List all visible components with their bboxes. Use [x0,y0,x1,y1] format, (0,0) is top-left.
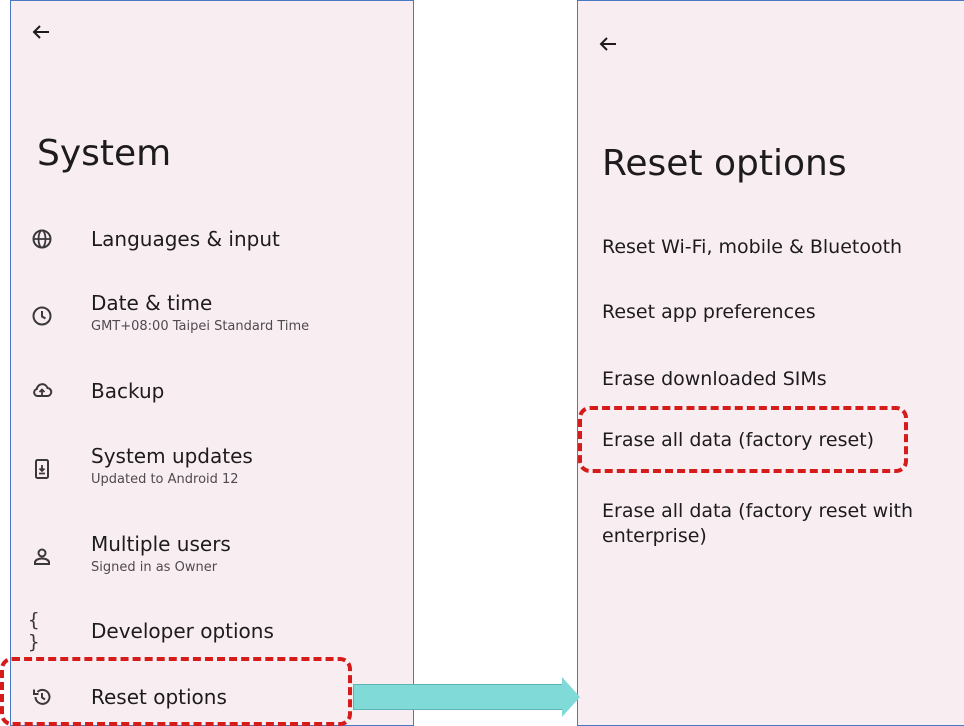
settings-item-title: Date & time [91,291,213,315]
settings-item-title: Backup [91,379,165,403]
settings-item-subtitle: Signed in as Owner [91,560,218,575]
settings-item-system-updates[interactable]: System updates Updated to Android 12 [11,444,413,494]
settings-item-title: Multiple users [91,532,231,556]
globe-icon [28,225,56,253]
navigation-arrow-head [562,677,580,717]
erase-downloaded-sims[interactable]: Erase downloaded SIMs [602,367,827,392]
history-icon [28,683,56,711]
settings-item-title: Developer options [91,619,274,643]
erase-all-data-factory-reset-enterprise[interactable]: Erase all data (factory reset with enter… [602,499,947,549]
reset-app-preferences[interactable]: Reset app preferences [602,300,816,325]
settings-item-title: Reset options [91,685,227,709]
back-arrow-icon[interactable] [594,30,622,58]
settings-item-title: System updates [91,444,253,468]
settings-item-title: Languages & input [91,227,280,251]
settings-item-date-time[interactable]: Date & time GMT+08:00 Taipei Standard Ti… [11,291,413,341]
reset-options-screen: Reset options Reset Wi-Fi, mobile & Blue… [577,0,964,726]
settings-item-developer-options[interactable]: { } Developer options [11,609,413,653]
settings-item-subtitle: Updated to Android 12 [91,472,239,487]
navigation-arrow [353,684,566,710]
system-update-icon [28,455,56,483]
settings-item-backup[interactable]: Backup [11,371,413,411]
settings-item-subtitle: GMT+08:00 Taipei Standard Time [91,319,310,334]
clock-icon [28,302,56,330]
erase-all-data-factory-reset[interactable]: Erase all data (factory reset) [602,428,874,453]
settings-item-multiple-users[interactable]: Multiple users Signed in as Owner [11,532,413,582]
person-icon [28,543,56,571]
cloud-upload-icon [28,377,56,405]
braces-icon: { } [28,609,40,653]
reset-wifi-mobile-bluetooth[interactable]: Reset Wi-Fi, mobile & Bluetooth [602,235,902,260]
back-arrow-icon[interactable] [27,18,55,46]
settings-item-languages[interactable]: Languages & input [11,219,413,259]
system-settings-screen: System Languages & input Date & time GMT… [10,0,414,726]
page-title: System [37,133,172,174]
page-title: Reset options [602,143,847,184]
